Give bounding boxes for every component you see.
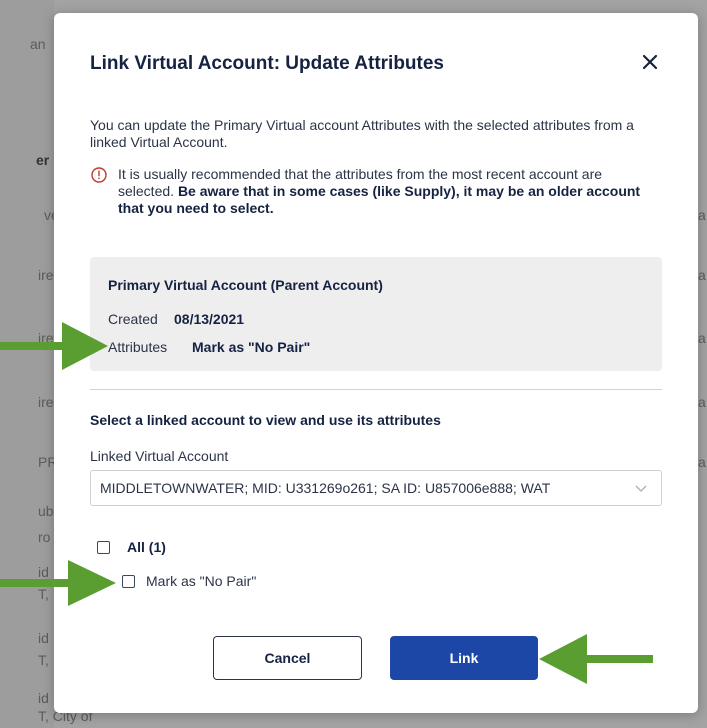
warning-bold-text: Be aware that in some cases (like Supply… [118, 183, 641, 216]
close-icon [642, 54, 658, 70]
mark-no-pair-label: Mark as "No Pair" [146, 573, 257, 589]
close-button[interactable] [637, 49, 663, 75]
created-label: Created [108, 311, 158, 327]
all-checkbox[interactable] [97, 541, 110, 554]
linked-account-select[interactable]: MIDDLETOWNWATER; MID: U331269o261; SA ID… [90, 470, 662, 506]
bg-text: id [38, 690, 49, 706]
bg-text: T, [38, 652, 49, 668]
bg-text: a [698, 454, 706, 470]
link-button[interactable]: Link [390, 636, 538, 680]
bg-text: ro [38, 529, 51, 545]
primary-account-panel: Primary Virtual Account (Parent Account)… [90, 257, 662, 371]
bg-text: er [36, 152, 50, 168]
bg-text: an [30, 36, 46, 52]
warning-text: It is usually recommended that the attri… [118, 166, 658, 217]
bg-text: a [698, 394, 706, 410]
chevron-down-icon [635, 485, 647, 493]
linked-account-label: Linked Virtual Account [90, 448, 229, 464]
intro-text: You can update the Primary Virtual accou… [90, 117, 634, 150]
arrow-annotation [539, 634, 653, 684]
link-account-modal: Link Virtual Account: Update Attributes … [54, 13, 698, 713]
bg-text: a [698, 330, 706, 346]
bg-text: ub [38, 503, 54, 519]
attributes-label: Attributes [108, 339, 168, 355]
section-title: Select a linked account to view and use … [90, 412, 441, 428]
bg-text: ire [38, 394, 54, 410]
created-value: 08/13/2021 [174, 311, 245, 327]
arrow-annotation [0, 322, 108, 370]
linked-account-value: MIDDLETOWNWATER; MID: U331269o261; SA ID… [100, 480, 551, 496]
mark-no-pair-checkbox[interactable] [122, 575, 135, 588]
bg-text: a [698, 267, 706, 283]
bg-text: a [698, 207, 706, 223]
warning-icon [91, 167, 107, 183]
primary-account-title: Primary Virtual Account (Parent Account) [108, 277, 383, 293]
modal-title: Link Virtual Account: Update Attributes [90, 53, 444, 74]
arrow-annotation [0, 560, 116, 606]
bg-text: ire [38, 267, 54, 283]
attributes-value: Mark as "No Pair" [192, 339, 311, 355]
all-checkbox-label: All (1) [127, 539, 166, 555]
divider [90, 389, 662, 390]
bg-text: id [38, 630, 49, 646]
cancel-button[interactable]: Cancel [213, 636, 362, 680]
